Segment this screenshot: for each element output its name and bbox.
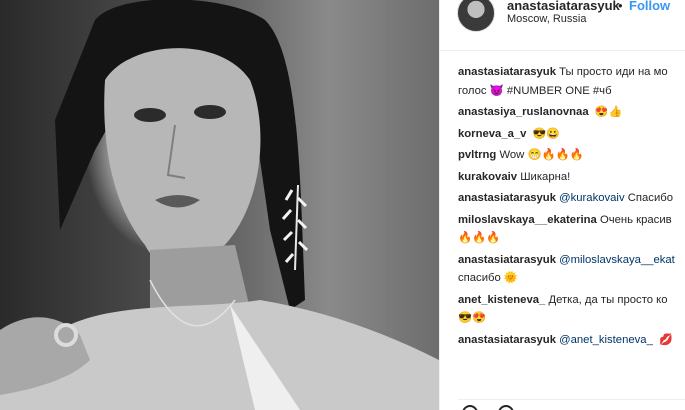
comment-username[interactable]: miloslavskaya__ekaterina — [458, 214, 597, 226]
comment-username[interactable]: anastasiya_ruslanovnaa — [458, 106, 589, 118]
follow-button[interactable]: Follow — [629, 0, 670, 13]
comment-text: Шикарна! — [520, 170, 571, 183]
comment-username[interactable]: kurakovaiv — [458, 171, 517, 183]
comment-username[interactable]: pvltrng — [458, 149, 496, 161]
portrait-illustration — [0, 0, 439, 410]
comment-text: Wow 😁🔥🔥🔥 — [499, 149, 584, 161]
comments-list: anastasiatarasyuk Ты просто иди на мо го… — [458, 63, 685, 349]
comment-text-line2: голос 😈 #NUMBER ONE #чб — [458, 84, 612, 97]
comment-item: pvltrng Wow 😁🔥🔥🔥 — [458, 146, 685, 165]
comment-item: anastasiatarasyuk @anet_kisteneva_ 💋 — [458, 331, 685, 350]
comment-item: anastasiya_ruslanovnaa 😍👍 — [458, 103, 685, 122]
comment-text-line2: 🔥🔥🔥 — [458, 232, 501, 244]
comment-mention[interactable]: @kurakovaiv — [559, 192, 624, 204]
comment-text: 😍👍 — [594, 106, 623, 118]
comment-text: 💋 — [659, 333, 673, 346]
comment-item: miloslavskaya__ekaterina Очень красив 🔥🔥… — [458, 211, 685, 248]
comment-username[interactable]: anastasiatarasyuk — [458, 334, 556, 346]
comment-mention[interactable]: @miloslavskaya__ekat — [559, 254, 675, 266]
comment-text: Спасибо — [627, 192, 674, 204]
comment-username[interactable]: anastasiatarasyuk — [458, 192, 556, 204]
comment-username[interactable]: korneva_a_v — [458, 128, 526, 140]
comment-username[interactable]: anet_kisteneva_ — [458, 294, 545, 306]
location-link[interactable]: Moscow, Russia — [507, 13, 586, 25]
comment-item: anastasiatarasyuk @miloslavskaya__ekat с… — [458, 251, 685, 288]
post-header: anastasiatarasyuk • Follow Moscow, Russi… — [440, 0, 685, 51]
comment-item: anastasiatarasyuk Ты просто иди на мо го… — [458, 63, 685, 100]
post-side-panel: anastasiatarasyuk • Follow Moscow, Russi… — [440, 0, 685, 410]
comment-mention[interactable]: @anet_kisteneva_ — [559, 334, 653, 346]
comment-item: korneva_a_v 😎😀 — [458, 125, 685, 144]
separator-dot: • — [618, 0, 623, 13]
comment-text: 😎😀 — [532, 127, 561, 140]
comment-text-line2: 😎😍 — [458, 312, 487, 324]
heart-icon[interactable] — [462, 405, 478, 410]
comment-text: Детка, да ты просто ко — [548, 293, 668, 306]
comment-icon[interactable] — [498, 405, 514, 410]
comment-username[interactable]: anastasiatarasyuk — [458, 66, 556, 78]
comment-text: Ты просто иди на мо — [559, 66, 668, 78]
comment-text: Очень красив — [599, 213, 672, 226]
action-bar — [458, 399, 685, 410]
comment-item: anastasiatarasyuk @kurakovaiv Спасибо — [458, 189, 685, 208]
comment-username[interactable]: anastasiatarasyuk — [458, 254, 556, 266]
comment-text-line2: спасибо 🌞 — [458, 272, 518, 284]
comment-item: anet_kisteneva_ Детка, да ты просто ко 😎… — [458, 291, 685, 328]
comment-item: kurakovaiv Шикарна! — [458, 168, 685, 187]
post-photo — [0, 0, 439, 410]
header-username[interactable]: anastasiatarasyuk — [507, 0, 620, 13]
avatar[interactable] — [457, 0, 495, 32]
